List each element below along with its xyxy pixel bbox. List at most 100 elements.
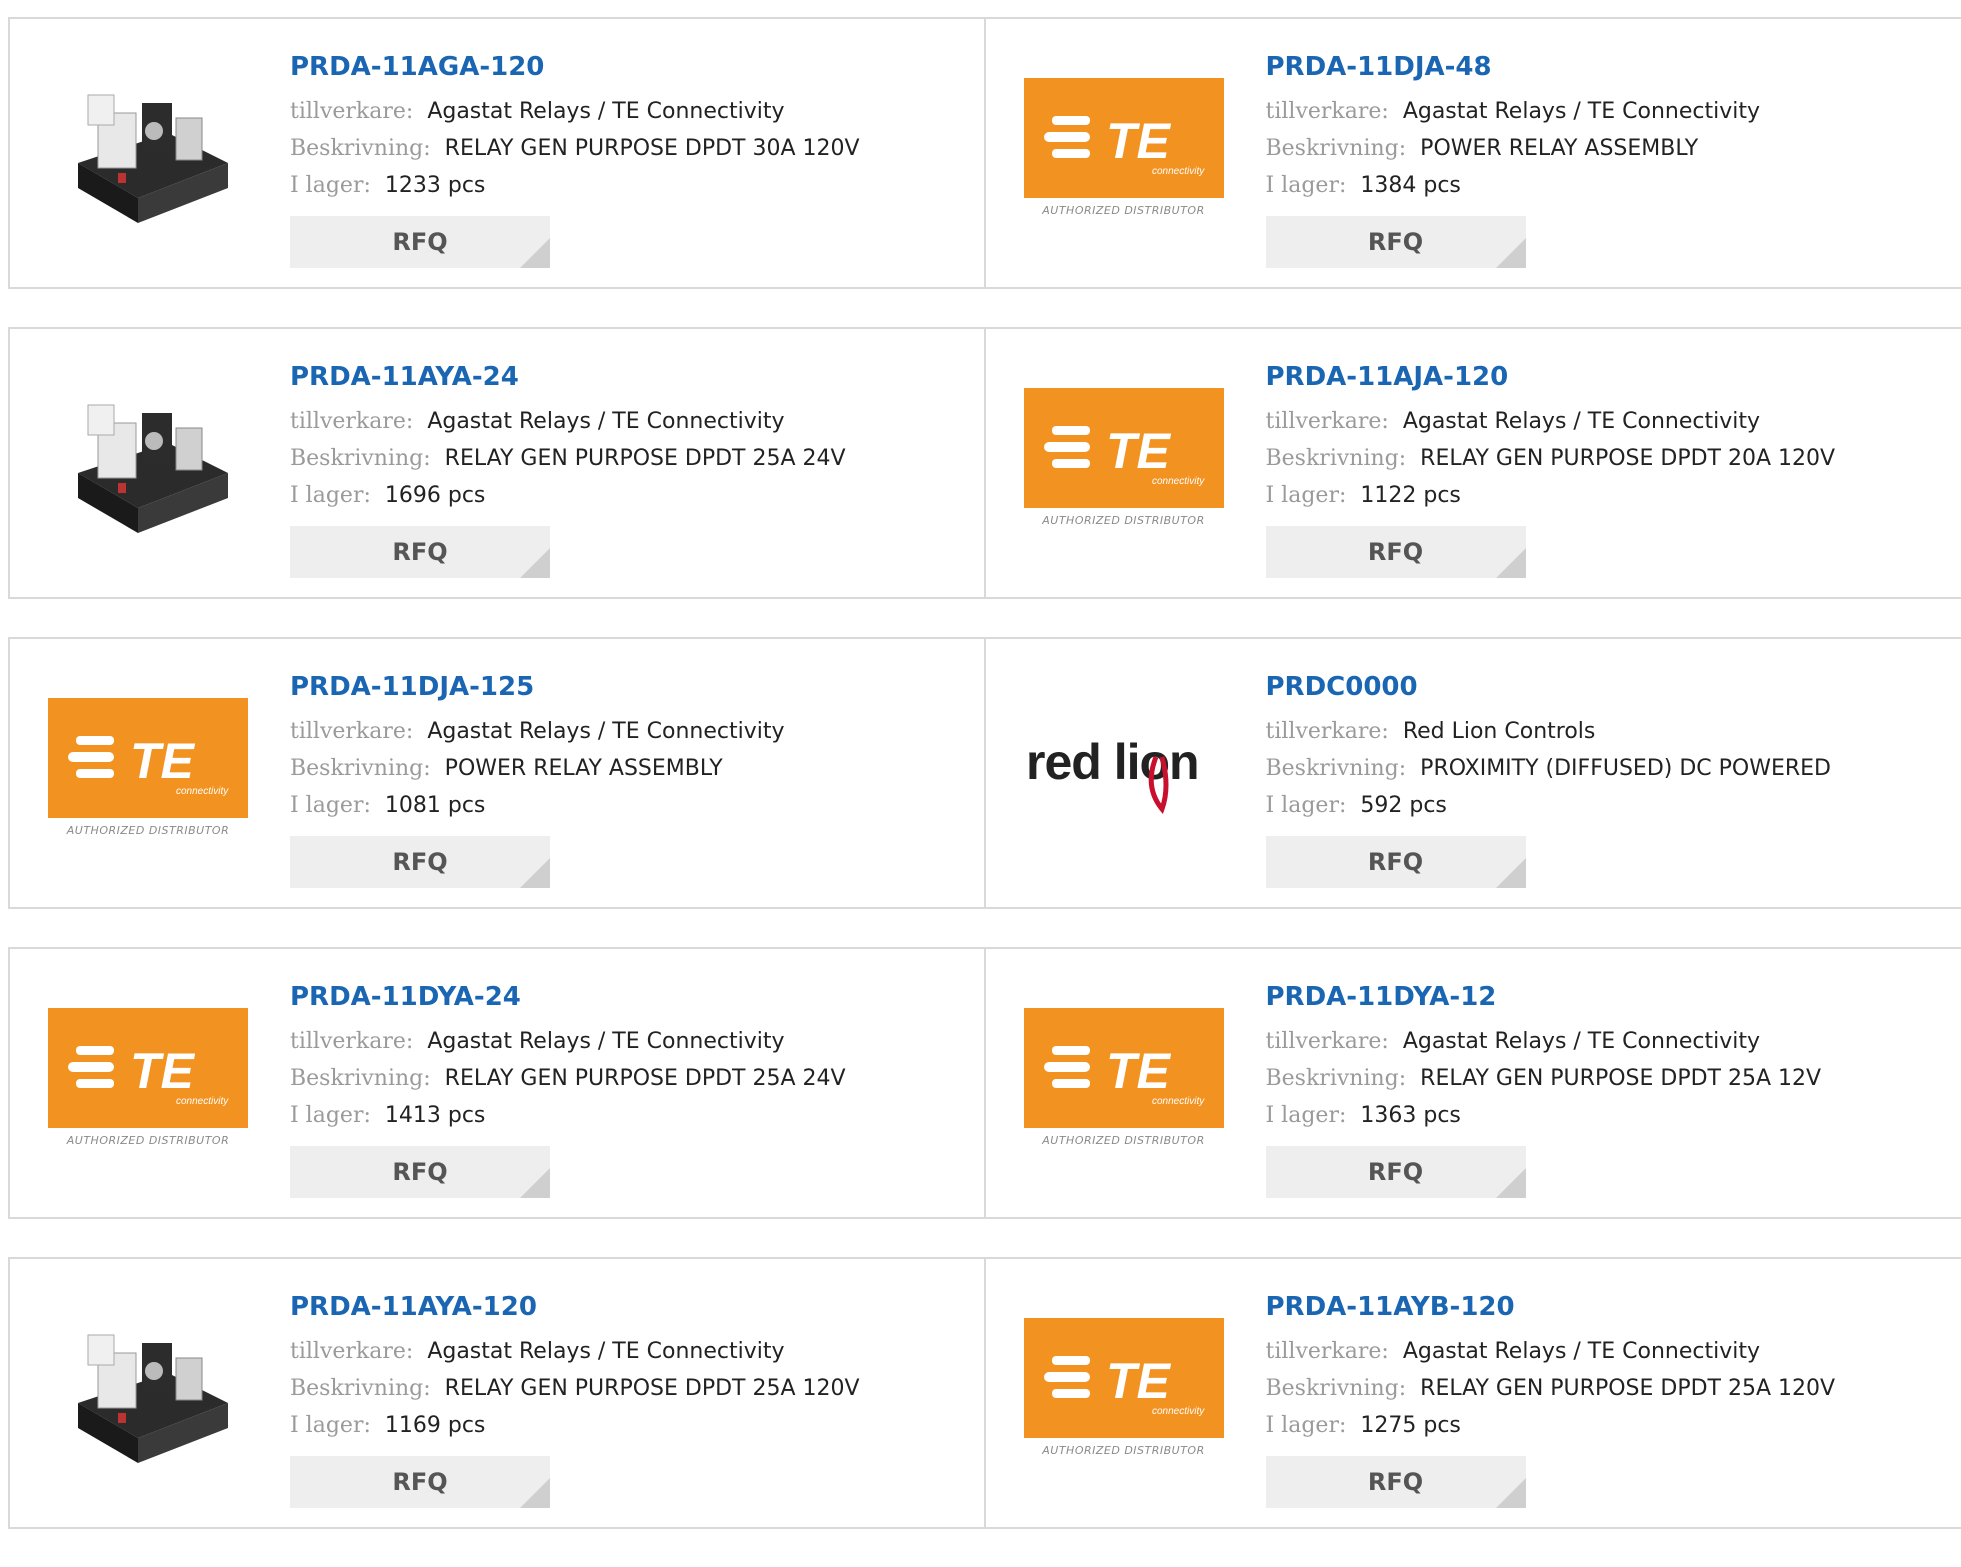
manufacturer-label: tillverkare: <box>1266 409 1389 434</box>
part-number-link[interactable]: PRDA-11AYB-120 <box>1266 1289 1836 1325</box>
manufacturer-label: tillverkare: <box>1266 1029 1389 1054</box>
te-brand-text: TE <box>1106 1043 1172 1099</box>
part-number-link[interactable]: PRDA-11AGA-120 <box>290 49 860 85</box>
te-sub-text: connectivity <box>1152 1096 1205 1107</box>
rfq-button[interactable]: RFQ <box>1266 526 1526 578</box>
rfq-label: RFQ <box>392 1468 447 1496</box>
product-image[interactable]: TE connectivity AUTHORIZED DISTRIBUTOR <box>1024 1313 1224 1473</box>
product-info: PRDA-11AYB-120 tillverkare:Agastat Relay… <box>1266 1289 1836 1508</box>
rfq-label: RFQ <box>1368 1468 1423 1496</box>
description-line: Beskrivning:POWER RELAY ASSEMBLY <box>1266 130 1761 167</box>
red-lion-logo-icon: red lion <box>1024 717 1224 817</box>
product-card: PRDA-11AYA-24 tillverkare:Agastat Relays… <box>10 329 986 597</box>
description-label: Beskrivning: <box>1266 446 1407 471</box>
product-card: TE connectivity AUTHORIZED DISTRIBUTOR P… <box>10 639 986 907</box>
description-label: Beskrivning: <box>290 136 431 161</box>
manufacturer-line: tillverkare:Red Lion Controls <box>1266 713 1832 750</box>
product-row: PRDA-11AYA-24 tillverkare: Agastat Relays… <box>8 327 1961 599</box>
rfq-button[interactable]: RFQ <box>290 216 550 268</box>
te-brand-text: TE <box>1106 113 1172 169</box>
stock-value: 1275 pcs <box>1360 1413 1461 1438</box>
product-image[interactable] <box>48 73 248 233</box>
stock-value: 1696 pcs <box>385 483 486 508</box>
te-connectivity-logo: TE connectivity AUTHORIZED DISTRIBUTOR <box>1024 388 1224 538</box>
stock-label: I lager: <box>1266 173 1347 198</box>
part-number-link[interactable]: PRDA-11DYA-24 <box>290 979 846 1015</box>
description-value: RELAY GEN PURPOSE DPDT 30A 120V <box>445 136 860 161</box>
product-image[interactable]: red lion <box>1024 693 1224 853</box>
description-value: RELAY GEN PURPOSE DPDT 25A 24V <box>445 446 846 471</box>
description-label: Beskrivning: <box>290 1066 431 1091</box>
product-image[interactable]: TE connectivity AUTHORIZED DISTRIBUTOR <box>1024 73 1224 233</box>
rfq-button[interactable]: RFQ <box>290 836 550 888</box>
rfq-label: RFQ <box>392 1158 447 1186</box>
stock-value: 1413 pcs <box>385 1103 486 1128</box>
part-number-link[interactable]: PRDA-11AYA-24 <box>290 359 846 395</box>
te-connectivity-logo: TE connectivity AUTHORIZED DISTRIBUTOR <box>1024 78 1224 228</box>
stock-value: 1081 pcs <box>385 793 486 818</box>
stock-value: 1384 pcs <box>1360 173 1461 198</box>
description-value: RELAY GEN PURPOSE DPDT 25A 120V <box>445 1376 860 1401</box>
part-number-link[interactable]: PRDA-11AYA-120 <box>290 1289 860 1325</box>
description-value: POWER RELAY ASSEMBLY <box>445 756 723 781</box>
manufacturer-line: tillverkare: Agastat Relays / TE Connecti… <box>1266 403 1836 440</box>
rfq-label: RFQ <box>392 538 447 566</box>
description-line: Beskrivning: RELAY GEN PURPOSE DPDT 25A 2… <box>290 440 846 477</box>
stock-label: I lager: <box>290 483 371 508</box>
description-line: Beskrivning:RELAY GEN PURPOSE DPDT 25A 1… <box>1266 1060 1822 1097</box>
te-logo-box: TE connectivity <box>1024 1318 1224 1438</box>
rfq-button[interactable]: RFQ <box>290 526 550 578</box>
rfq-button[interactable]: RFQ <box>1266 1146 1526 1198</box>
authorized-distributor-caption: AUTHORIZED DISTRIBUTOR <box>1042 1134 1205 1147</box>
stock-label: I lager: <box>290 1413 371 1438</box>
te-logo-mark-icon: TE connectivity <box>48 698 248 818</box>
rfq-label: RFQ <box>1368 538 1423 566</box>
product-image[interactable]: TE connectivity AUTHORIZED DISTRIBUTOR <box>48 693 248 853</box>
stock-line: I lager:1363 pcs <box>1266 1097 1822 1134</box>
stock-label: I lager: <box>1266 1103 1347 1128</box>
description-line: Beskrivning:PROXIMITY (DIFFUSED) DC POWE… <box>1266 750 1832 787</box>
rfq-button[interactable]: RFQ <box>290 1146 550 1198</box>
manufacturer-value: Agastat Relays / TE Connectivity <box>427 1029 784 1054</box>
product-info: PRDA-11DYA-24 tillverkare:Agastat Relays… <box>290 979 846 1198</box>
relay-photo-icon <box>58 73 238 233</box>
te-brand-text: TE <box>1106 423 1172 479</box>
authorized-distributor-caption: AUTHORIZED DISTRIBUTOR <box>1042 204 1205 217</box>
manufacturer-line: tillverkare:Agastat Relays / TE Connecti… <box>1266 1333 1836 1370</box>
te-sub-text: connectivity <box>1152 166 1205 177</box>
stock-line: I lager: 1384 pcs <box>1266 167 1761 204</box>
stock-label: I lager: <box>1266 1413 1347 1438</box>
part-number-link[interactable]: PRDC0000 <box>1266 669 1832 705</box>
product-image[interactable]: TE connectivity AUTHORIZED DISTRIBUTOR <box>1024 383 1224 543</box>
rfq-button[interactable]: RFQ <box>290 1456 550 1508</box>
description-label: Beskrivning: <box>290 446 431 471</box>
description-label: Beskrivning: <box>290 1376 431 1401</box>
rfq-button[interactable]: RFQ <box>1266 836 1526 888</box>
product-image[interactable]: TE connectivity AUTHORIZED DISTRIBUTOR <box>1024 1003 1224 1163</box>
product-image[interactable] <box>48 1313 248 1473</box>
te-logo-mark-icon: TE connectivity <box>48 1008 248 1128</box>
manufacturer-value: Agastat Relays / TE Connectivity <box>1403 409 1760 434</box>
product-info: PRDA-11AJA-120 tillverkare: Agastat Relay… <box>1266 359 1836 578</box>
product-card: TE connectivity AUTHORIZED DISTRIBUTOR P… <box>986 949 1961 1217</box>
rfq-button[interactable]: RFQ <box>1266 216 1526 268</box>
part-number-link[interactable]: PRDA-11AJA-120 <box>1266 359 1836 395</box>
te-logo-box: TE connectivity <box>48 698 248 818</box>
part-number-link[interactable]: PRDA-11DJA-125 <box>290 669 785 705</box>
stock-line: I lager:1122 pcs <box>1266 477 1836 514</box>
product-row: PRDA-11AYA-120 tillverkare:Agastat Relay… <box>8 1257 1961 1529</box>
part-number-link[interactable]: PRDA-11DYA-12 <box>1266 979 1822 1015</box>
stock-label: I lager: <box>290 1103 371 1128</box>
product-image[interactable] <box>48 383 248 543</box>
rfq-corner-icon <box>1496 548 1526 578</box>
rfq-button[interactable]: RFQ <box>1266 1456 1526 1508</box>
product-image[interactable]: TE connectivity AUTHORIZED DISTRIBUTOR <box>48 1003 248 1163</box>
product-card: TE connectivity AUTHORIZED DISTRIBUTOR P… <box>10 949 986 1217</box>
manufacturer-value: Agastat Relays / TE Connectivity <box>427 719 784 744</box>
description-line: Beskrivning: RELAY GEN PURPOSE DPDT 30A 1… <box>290 130 860 167</box>
product-info: PRDA-11AGA-120 tillverkare:Agastat Relay… <box>290 49 860 268</box>
description-value: RELAY GEN PURPOSE DPDT 25A 120V <box>1420 1376 1835 1401</box>
description-value: RELAY GEN PURPOSE DPDT 20A 120V <box>1420 446 1835 471</box>
relay-photo-icon <box>58 383 238 543</box>
part-number-link[interactable]: PRDA-11DJA-48 <box>1266 49 1761 85</box>
